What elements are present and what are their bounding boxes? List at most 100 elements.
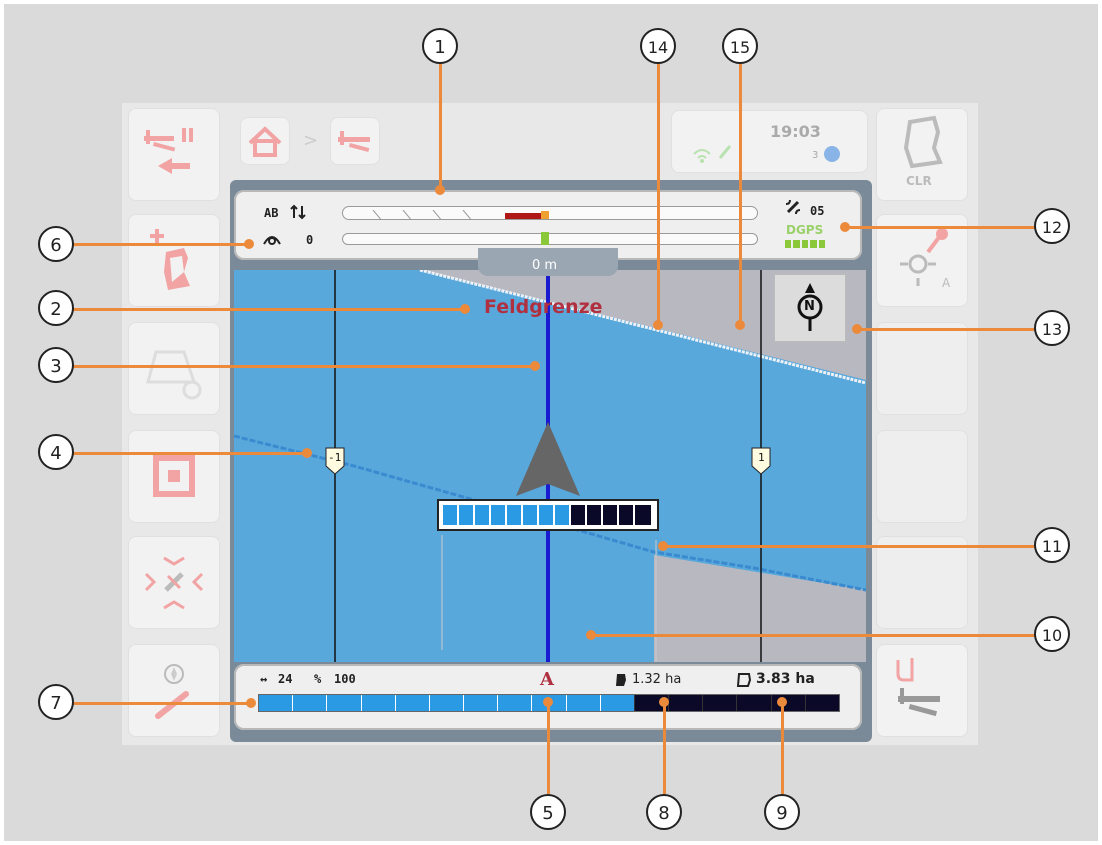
status-count: 3 [812, 150, 819, 161]
steering-wheel-icon [263, 236, 281, 245]
callout-dot-7 [246, 698, 256, 708]
callout-dot-5 [543, 697, 553, 707]
callout-dot-3 [530, 361, 540, 371]
callout-5: 5 [530, 794, 566, 830]
callout-line-14 [657, 56, 660, 326]
total-area-icon [736, 673, 752, 687]
empty-softkey-5[interactable] [876, 536, 968, 629]
left-track-label: -1 [328, 451, 342, 464]
clear-boundary-button[interactable]: CLR [876, 108, 968, 201]
total-area: 3.83 ha [756, 671, 815, 687]
callout-13: 13 [1034, 310, 1070, 346]
anchor-a-label: A [942, 276, 951, 290]
hand-implement-icon [896, 658, 940, 717]
gps-quality: DGPS [786, 223, 824, 237]
callout-line-13 [856, 328, 1036, 331]
callout-3: 3 [38, 347, 74, 383]
manual-mode-button[interactable] [876, 644, 968, 737]
callout-line-3 [68, 365, 534, 368]
satellite-calibrate-icon [144, 556, 204, 610]
steering-bar [342, 232, 758, 245]
empty-softkey-3[interactable] [876, 322, 968, 415]
callout-12: 12 [1034, 208, 1070, 244]
implement-swap-icon [146, 350, 202, 400]
callout-dot-9 [777, 697, 787, 707]
callout-4: 4 [38, 434, 74, 470]
info-icon [824, 146, 840, 162]
clock: 19:03 [770, 122, 821, 141]
callout-dot-6 [244, 239, 254, 249]
worked-area-icon [616, 674, 626, 686]
callout-dot-13 [852, 324, 862, 334]
field-map-canvas [234, 270, 866, 662]
add-field-icon [150, 229, 190, 290]
callout-line-11 [662, 545, 1036, 548]
clr-label: CLR [906, 174, 932, 188]
callout-line-9 [781, 702, 784, 794]
implement-pause-icon [144, 128, 193, 174]
compass-letter: N [804, 299, 815, 314]
callout-10: 10 [1034, 616, 1070, 652]
gps-calibrate-button[interactable] [128, 536, 220, 629]
implement-breadcrumb[interactable] [330, 117, 380, 165]
callout-15: 15 [722, 28, 758, 64]
callout-8: 8 [646, 794, 682, 830]
callout-7: 7 [38, 684, 74, 720]
callout-9: 9 [764, 794, 800, 830]
steering-value: 0 [306, 233, 314, 247]
callout-14: 14 [640, 28, 676, 64]
working-width-value: 24 [278, 672, 293, 686]
satellite-count: 05 [810, 204, 825, 218]
right-track-label: 1 [758, 451, 765, 464]
callout-dot-15 [735, 320, 745, 330]
home-icon [248, 126, 282, 157]
rate-symbol: % [314, 672, 322, 686]
callout-dot-12 [840, 222, 850, 232]
guidance-info-panel: AB 0 0 m 05 DGPS [234, 190, 862, 276]
guidance-marker: A [540, 669, 554, 690]
worked-area: 1.32 ha [632, 672, 682, 687]
deviation-bar [342, 206, 758, 220]
callout-line-2 [68, 308, 464, 311]
empty-softkey-4[interactable] [876, 430, 968, 523]
pause-return-button[interactable] [128, 108, 220, 201]
distance-readout: 0 m [532, 258, 558, 273]
callout-6: 6 [38, 226, 74, 262]
field-boundary-label: Feldgrenze [484, 296, 603, 318]
callout-line-10 [590, 634, 1036, 637]
boundary-button[interactable] [128, 430, 220, 523]
guidance-mode: AB [264, 206, 279, 220]
implement-icon [338, 131, 370, 153]
callout-dot-10 [586, 630, 596, 640]
field-map[interactable]: Feldgrenze -1 1 N [234, 270, 866, 662]
callout-dot-8 [659, 697, 669, 707]
breadcrumb-separator: > [303, 130, 319, 151]
implement-swap-button[interactable] [128, 322, 220, 415]
callout-2: 2 [38, 290, 74, 326]
callout-dot-11 [658, 541, 668, 551]
working-width-icon: ↔ [260, 672, 268, 686]
rate-value: 100 [334, 672, 356, 686]
compass-button[interactable]: N [774, 274, 846, 342]
callout-line-6 [68, 243, 248, 246]
callout-dot-2 [460, 304, 470, 314]
settings-button[interactable] [128, 644, 220, 737]
callout-dot-4 [302, 448, 312, 458]
callout-line-5 [547, 702, 550, 794]
callout-line-7 [68, 702, 250, 705]
satellite-icon [785, 199, 801, 215]
callout-1: 1 [422, 28, 458, 64]
compass-wrench-icon [155, 664, 189, 719]
callout-line-12 [844, 226, 1036, 229]
updown-arrows-icon [290, 204, 306, 220]
callout-line-15 [739, 56, 742, 326]
gps-signal-bars [785, 240, 826, 248]
home-button[interactable] [240, 117, 290, 165]
callout-line-8 [663, 702, 666, 794]
wifi-gps-icon [693, 145, 732, 163]
add-field-button[interactable] [128, 214, 220, 307]
callout-line-4 [68, 452, 306, 455]
callout-line-1 [439, 56, 442, 190]
callout-dot-14 [653, 320, 663, 330]
callout-11: 11 [1034, 527, 1070, 563]
